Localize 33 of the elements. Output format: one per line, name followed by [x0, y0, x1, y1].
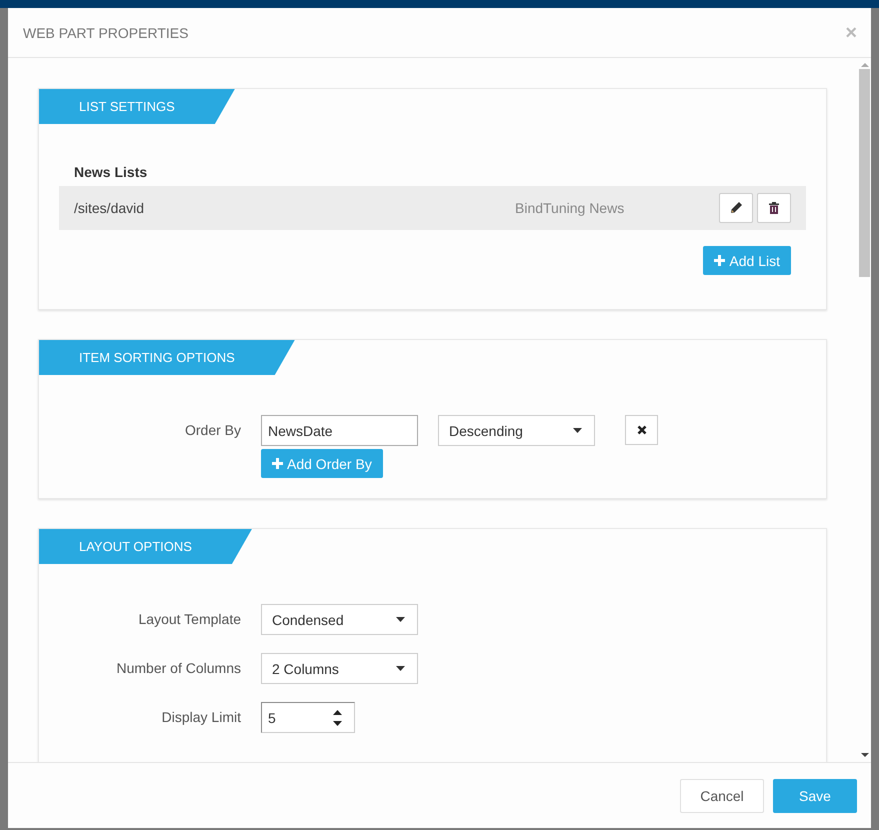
section-header: LAYOUT OPTIONS: [39, 529, 252, 564]
list-row[interactable]: /sites/david BindTuning News: [59, 186, 806, 230]
section-header: LIST SETTINGS: [39, 89, 235, 124]
select-field[interactable]: 2 Columns: [261, 653, 418, 684]
spin-down-icon[interactable]: [333, 720, 342, 726]
scrollbar-thumb[interactable]: [859, 69, 870, 277]
scroll-down-icon[interactable]: [860, 753, 868, 757]
list-name: BindTuning News: [515, 200, 626, 216]
section-header: ITEM SORTING OPTIONS: [39, 340, 295, 375]
caret-icon: [573, 428, 582, 433]
section-label: News Lists: [73, 164, 148, 180]
spin-up-icon[interactable]: [333, 710, 342, 714]
direction-select[interactable]: Descending: [438, 415, 595, 446]
field-label: Number of Columns: [116, 659, 241, 678]
caret-icon: [396, 666, 405, 671]
plus-icon: [272, 458, 283, 469]
remove-button[interactable]: [625, 415, 658, 445]
cancel-button[interactable]: Cancel: [680, 778, 764, 812]
dialog-title: WEB PART PROPERTIES: [23, 24, 188, 40]
field-label: Layout Template: [138, 610, 241, 629]
trash-icon: [769, 202, 779, 214]
number-field[interactable]: 5: [261, 702, 355, 733]
field-label: Order By: [184, 421, 241, 438]
close-icon: [636, 425, 646, 435]
delete-button[interactable]: [757, 193, 791, 223]
select-field[interactable]: Condensed: [261, 604, 418, 635]
pencil-icon: [730, 202, 742, 214]
field-label: Display Limit: [162, 708, 241, 727]
plus-icon: [714, 255, 726, 266]
order-by-field[interactable]: NewsDate: [261, 415, 418, 446]
caret-icon: [396, 617, 405, 622]
edit-button[interactable]: [719, 193, 753, 223]
list-path: /sites/david: [74, 200, 146, 216]
